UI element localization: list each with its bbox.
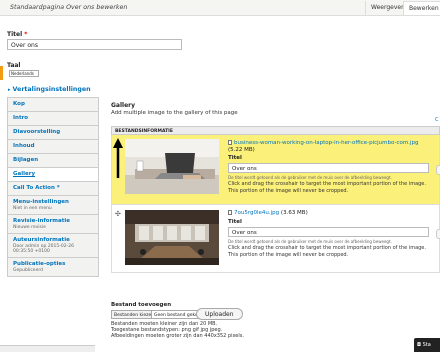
floating-button[interactable]: ◘ Sta [414, 338, 440, 352]
table-header: BESTANDSINFORMATIE [111, 126, 440, 135]
tab-diavoorstelling[interactable]: Diavoorstelling [8, 126, 98, 140]
taal-select[interactable]: Nederlands [9, 70, 39, 77]
gallery-title: Gallery [111, 102, 136, 109]
row-remove-button[interactable] [436, 229, 440, 239]
vertical-tabs: Kop Intro Diavoorstelling Inhoud Bijlage… [7, 97, 99, 277]
row-titel-label: Titel [228, 155, 242, 161]
row-help: Click and drag the crosshair to target t… [228, 181, 426, 194]
tab-publicatie-opties[interactable]: Publicatie-opties Gepubliceerd [8, 258, 98, 276]
tab-call-to-action[interactable]: Call To Action * [8, 182, 98, 196]
thumbnail-laptop-image [125, 139, 219, 194]
row-hint: De titel wordt getoond als de gebruiker … [228, 239, 392, 244]
page-title: Standaardpagina Over ons bewerken [10, 4, 128, 11]
side-link[interactable]: C [435, 117, 439, 123]
gallery-row: ✣ 7ou5rg0le4u.jpg (3.63 MB) Titel Over o… [111, 205, 440, 273]
thumbnail-meeting-room-image [125, 210, 219, 265]
drag-handle-icon[interactable]: ✣ [115, 210, 121, 218]
tab-intro[interactable]: Intro [8, 112, 98, 126]
file-link[interactable]: business-woman-working-on-laptop-in-her-… [234, 140, 418, 146]
tab-auteursinformatie[interactable]: Auteursinformatie Door admin op 2015-02-2… [8, 234, 98, 258]
file-info: business-woman-working-on-laptop-in-her-… [228, 140, 419, 153]
titel-label: Titel * [7, 31, 28, 38]
gallery-panel: Gallery Add multiple image to the galler… [99, 97, 440, 348]
focus-indicator [0, 66, 3, 80]
row-hint: De titel wordt getoond als de gebruiker … [228, 175, 392, 180]
tab-revisie-informatie[interactable]: Revisie-informatie Nieuwe revisie [8, 215, 98, 234]
top-bar: Standaardpagina Over ons bewerken Weerge… [0, 0, 440, 16]
chat-icon: ◘ [417, 342, 421, 348]
row-help: Click and drag the crosshair to target t… [228, 245, 426, 258]
row-titel-label: Titel [228, 219, 242, 225]
row-remove-button[interactable] [436, 165, 440, 175]
drag-arrow-icon [113, 138, 123, 178]
file-icon [228, 210, 232, 215]
tab-kop[interactable]: Kop [8, 98, 98, 112]
file-icon [228, 140, 232, 145]
tab-gallery[interactable]: Gallery [8, 168, 98, 182]
vertaling-link[interactable]: ▸ Vertalingsinstellingen [8, 86, 91, 93]
row-titel-input[interactable]: Over ons [228, 227, 429, 237]
file-link[interactable]: 7ou5rg0le4u.jpg [234, 210, 279, 216]
tab-menu-instellingen[interactable]: Menu-instellingen Niet in een menu [8, 196, 98, 215]
upload-button[interactable]: Uploaden [196, 308, 243, 320]
row-titel-input[interactable]: Over ons [228, 163, 429, 173]
titel-input[interactable]: Over ons [7, 39, 182, 50]
gallery-description: Add multiple image to the gallery of thi… [111, 110, 238, 116]
tab-bijlagen[interactable]: Bijlagen [8, 154, 98, 168]
status-strip [0, 345, 95, 352]
upload-title: Bestand toevoegen [111, 302, 172, 308]
triangle-right-icon: ▸ [8, 87, 11, 93]
gallery-row: ✣ business-woman-working-on-laptop-in-he… [111, 135, 440, 205]
file-info: 7ou5rg0le4u.jpg (3.63 MB) [228, 210, 428, 217]
tab-inhoud[interactable]: Inhoud [8, 140, 98, 154]
taal-label: Taal [7, 62, 21, 69]
upload-info: Bestanden moeten kleiner zijn dan 20 MB.… [111, 321, 244, 339]
tab-bewerken[interactable]: Bewerken [403, 1, 440, 15]
